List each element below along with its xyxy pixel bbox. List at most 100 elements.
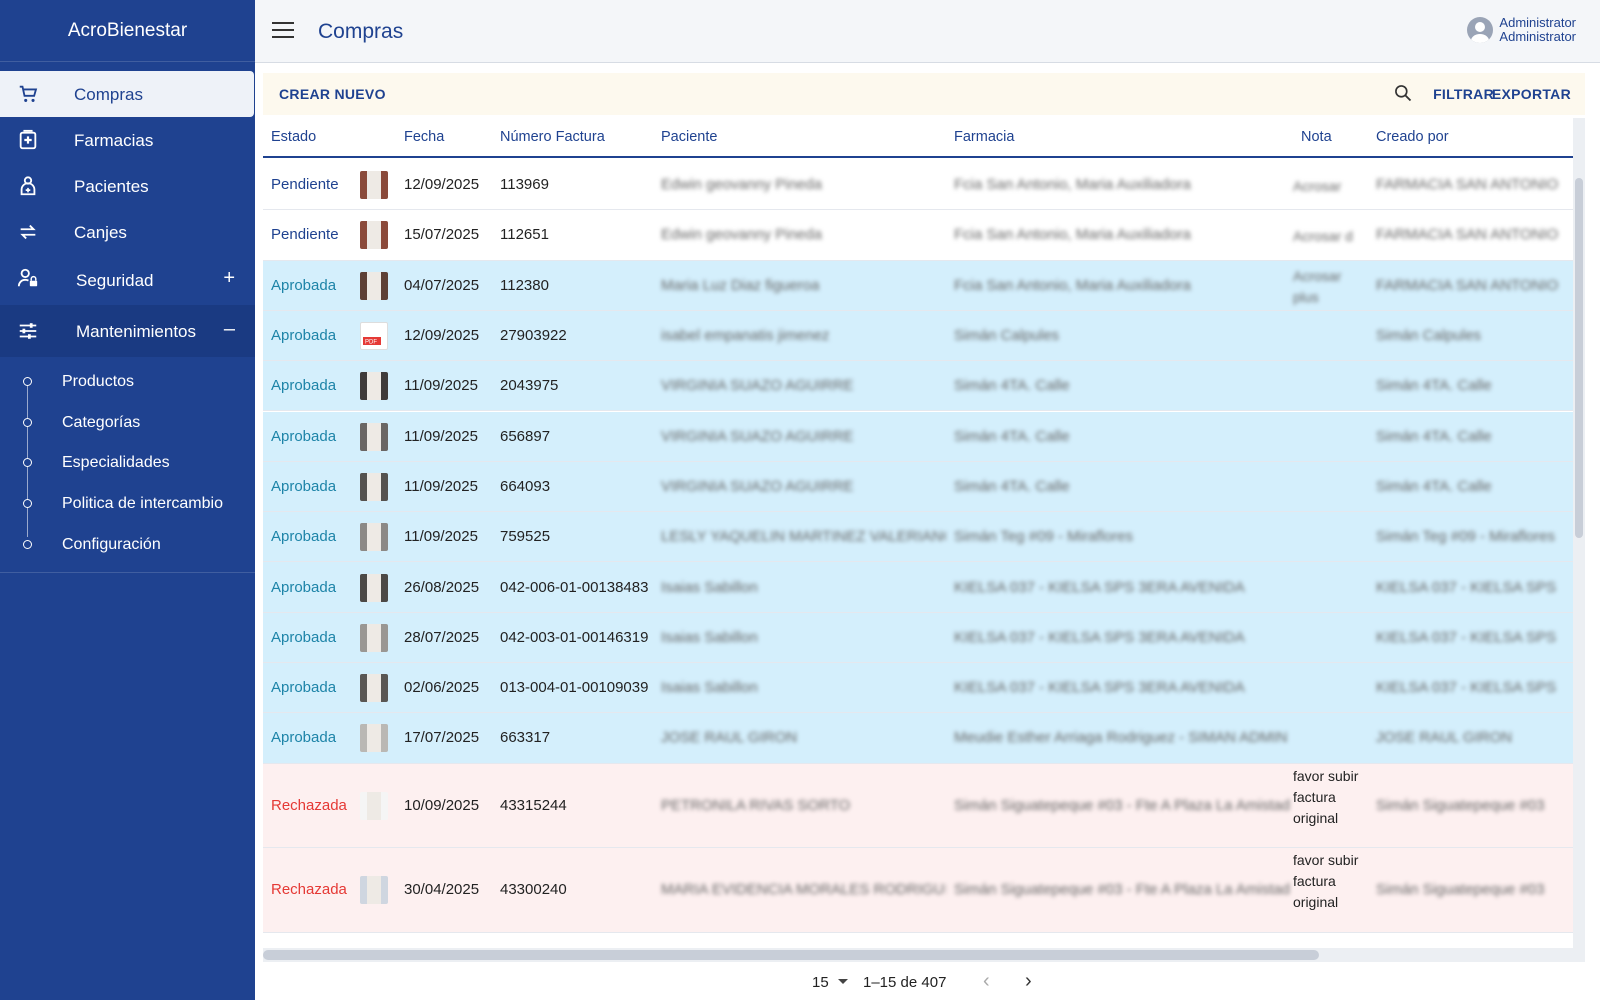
hamburger-menu-icon[interactable] — [272, 22, 294, 40]
submenu-mantenimientos: Productos Categorías Especialidades Poli… — [0, 357, 255, 574]
sidebar-item-label: Seguridad — [76, 271, 154, 290]
pharmacy-cell: Simán 4TA. Calle — [954, 477, 1070, 495]
created-by-cell: JOSE RAUL GIRON — [1376, 729, 1513, 747]
invoice-thumbnail-image[interactable] — [360, 623, 388, 652]
table-row[interactable]: Aprobada 02/06/2025 013-004-01-00109039 Isa… — [263, 663, 1585, 714]
invoice-thumbnail-image[interactable] — [360, 171, 388, 200]
column-header-farmacia[interactable]: Farmacia — [954, 129, 1014, 145]
table-row[interactable]: Rechazada 10/09/2025 43315244 PETRONILA RIV… — [263, 763, 1585, 849]
submenu-item-configuracion[interactable]: Configuración — [0, 524, 255, 565]
table-row[interactable]: Aprobada 11/09/2025 2043975 VIRGINIA SUAZO … — [263, 361, 1585, 412]
table-row[interactable]: Aprobada 28/07/2025 042-003-01-00146319 Isa… — [263, 612, 1585, 663]
invoice-thumbnail-image[interactable] — [360, 422, 388, 451]
date-cell: 10/09/2025 — [404, 796, 480, 814]
patient-cell: PETRONILA RIVAS SORTO — [661, 796, 851, 814]
date-cell: 11/09/2025 — [404, 427, 478, 445]
sidebar-item-pacientes[interactable]: Pacientes — [0, 163, 255, 209]
submenu-item-categorias[interactable]: Categorías — [0, 402, 255, 443]
table-row[interactable]: Aprobada 26/08/2025 042-006-01-00138483 Isa… — [263, 562, 1585, 613]
tree-node-dot — [23, 458, 32, 468]
page-size-select[interactable]: 15 — [812, 974, 829, 991]
invoice-thumbnail-image[interactable] — [360, 472, 388, 501]
invoice-thumbnail-image[interactable] — [360, 271, 388, 300]
table-row[interactable]: Aprobada 12/09/2025 27903922 isabel empanat… — [263, 310, 1585, 362]
create-new-button[interactable]: CREAR NUEVO — [279, 86, 386, 102]
table-row[interactable]: Aprobada 11/09/2025 656897 VIRGINIA SUAZO A… — [263, 411, 1585, 462]
column-header-fecha[interactable]: Fecha — [404, 129, 444, 145]
table-row[interactable]: Pendiente 15/07/2025 112651 Edwin geovanny … — [263, 210, 1585, 261]
date-cell: 15/07/2025 — [404, 226, 480, 244]
created-by-cell: Simán Siguatepeque #03 — [1376, 881, 1545, 899]
invoice-thumbnail-image[interactable] — [360, 372, 388, 401]
sidebar-item-farmacias[interactable]: Farmacias — [0, 117, 255, 163]
invoice-thumbnail-image[interactable] — [360, 791, 388, 820]
submenu-item-label: Categorías — [62, 413, 141, 431]
column-header-paciente[interactable]: Paciente — [661, 129, 717, 145]
status-cell: Aprobada — [271, 276, 337, 294]
table-row[interactable]: Aprobada 11/09/2025 664093 VIRGINIA SUAZO A… — [263, 461, 1585, 513]
table-row[interactable]: Aprobada 17/07/2025 663317 JOSE RAUL GIRON M… — [263, 713, 1585, 764]
invoice-number-cell: 759525 — [500, 528, 551, 546]
column-header-numero[interactable]: Número Factura — [500, 129, 605, 145]
user-menu[interactable]: Administrator Administrator — [1467, 16, 1576, 44]
invoice-thumbnail-image[interactable] — [360, 573, 388, 602]
scrollbar-thumb[interactable] — [1575, 178, 1583, 538]
note-cell: Acrosar plus — [1293, 267, 1342, 305]
sidebar-item-canjes[interactable]: Canjes — [0, 209, 255, 255]
scrollbar-thumb[interactable] — [263, 950, 1319, 960]
invoice-thumbnail-image[interactable] — [360, 523, 388, 552]
note-cell: favor subir factura original — [1293, 767, 1359, 826]
tree-node-dot — [23, 417, 32, 427]
sidebar-item-mantenimientos[interactable]: Mantenimientos – — [0, 305, 255, 357]
pharmacy-cell: Simán Calpules — [954, 327, 1060, 345]
pharmacy-cell: Meudie Esther Arriaga Rodriguez - SIMAN … — [954, 729, 1288, 747]
user-role: Administrator — [1499, 29, 1576, 44]
collapse-toggle[interactable]: – — [224, 318, 235, 341]
pdf-file-icon[interactable]: PDF — [360, 322, 388, 351]
table-row[interactable]: Pendiente 12/09/2025 113969 Edwin geovanny … — [263, 160, 1585, 211]
submenu-item-label: Especialidades — [62, 454, 170, 472]
invoice-thumbnail-image[interactable] — [360, 221, 388, 250]
sidebar-item-label: Farmacias — [74, 131, 154, 150]
pharmacy-cell: Fcia San Antonio, Maria Auxiliadora — [954, 226, 1191, 244]
table-row[interactable]: Aprobada 04/07/2025 112380 Maria Luz Diaz f… — [263, 260, 1585, 311]
topbar: Compras Administrator Administrator — [255, 0, 1600, 63]
status-cell: Aprobada — [271, 729, 337, 747]
sidebar-item-label: Compras — [74, 85, 143, 104]
sidebar-item-seguridad[interactable]: Seguridad + — [0, 255, 255, 305]
column-header-estado[interactable]: Estado — [271, 129, 316, 145]
swap-icon — [20, 224, 36, 240]
expand-toggle[interactable]: + — [223, 267, 235, 290]
chevron-left-icon[interactable]: ‹ — [983, 970, 990, 993]
chevron-right-icon[interactable]: › — [1025, 970, 1032, 993]
patient-cell: Isaias Sabillon — [661, 679, 758, 697]
pharmacy-cell: Simán 4TA. Calle — [954, 377, 1070, 395]
status-cell: Aprobada — [271, 477, 337, 495]
submenu-item-productos[interactable]: Productos — [0, 361, 255, 402]
note-cell: Acrosar — [1293, 178, 1342, 195]
invoice-thumbnail-image[interactable] — [360, 724, 388, 753]
submenu-item-label: Productos — [62, 373, 135, 390]
export-button[interactable]: EXPORTAR — [1492, 86, 1571, 102]
table-row[interactable]: Aprobada 11/09/2025 759525 LESLY YAQUELIN M… — [263, 512, 1585, 563]
tree-node-dot — [23, 499, 32, 509]
invoice-thumbnail-image[interactable] — [360, 674, 388, 703]
column-header-creado[interactable]: Creado por — [1376, 129, 1449, 145]
patient-cell: Maria Luz Diaz figueroa — [661, 276, 820, 294]
pharmacy-cell: Simán 4TA. Calle — [954, 427, 1070, 445]
pharmacy-cell: Simán Teg #09 - Miraflores — [954, 528, 1133, 546]
sidebar-item-compras[interactable]: Compras — [0, 71, 254, 117]
invoice-number-cell: 663317 — [500, 729, 551, 747]
vertical-scrollbar[interactable] — [1573, 118, 1585, 948]
chevron-down-icon[interactable] — [838, 979, 848, 984]
invoice-thumbnail-image[interactable] — [360, 876, 388, 905]
search-icon[interactable] — [1393, 83, 1413, 103]
patient-cell: MARIA EVIDENCIA MORALES RODRIGUEZ — [661, 881, 946, 899]
filter-button[interactable]: FILTRAR — [1433, 86, 1494, 102]
column-header-nota[interactable]: Nota — [1301, 129, 1332, 145]
note-cell: favor subir factura original — [1293, 852, 1359, 911]
table-row[interactable]: Rechazada 30/04/2025 43300240 MARIA EVIDENC… — [263, 848, 1585, 933]
submenu-item-especialidades[interactable]: Especialidades — [0, 442, 255, 483]
horizontal-scrollbar[interactable] — [263, 948, 1585, 962]
submenu-item-politica[interactable]: Politica de intercambio — [0, 483, 255, 524]
